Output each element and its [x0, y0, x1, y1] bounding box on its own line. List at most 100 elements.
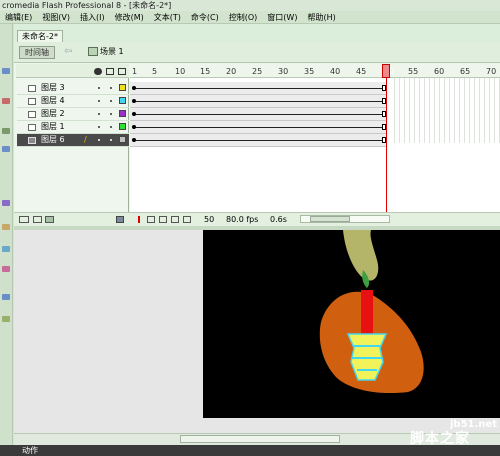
tool-icon[interactable] — [2, 224, 10, 230]
tool-icon[interactable] — [2, 200, 10, 206]
flame-glow — [343, 230, 379, 281]
ruler-number: 15 — [200, 67, 211, 76]
menu-control[interactable]: 控制(O) — [224, 11, 263, 23]
menu-edit[interactable]: 编辑(E) — [0, 11, 37, 23]
frame-span[interactable] — [130, 82, 387, 95]
add-folder-icon[interactable] — [45, 216, 54, 223]
lock-dot[interactable] — [110, 100, 112, 102]
onion-skin-icon[interactable] — [147, 216, 155, 223]
visibility-dot[interactable] — [98, 113, 100, 115]
lock-icon[interactable] — [106, 68, 114, 75]
keyframe[interactable] — [132, 86, 136, 90]
current-frame: 50 — [204, 215, 215, 224]
layer-row[interactable]: 图层 1 — [17, 121, 129, 134]
frame-span[interactable] — [130, 95, 387, 108]
layer-name: 图层 2 — [41, 109, 65, 118]
tool-icon[interactable] — [2, 246, 10, 252]
menu-modify[interactable]: 修改(M) — [110, 11, 149, 23]
visibility-dot[interactable] — [98, 139, 100, 141]
layer-color-swatch[interactable] — [119, 97, 126, 104]
visibility-dot[interactable] — [98, 87, 100, 89]
stage-scroll-thumb[interactable] — [180, 435, 340, 443]
stage-canvas[interactable] — [203, 230, 500, 418]
keyframe[interactable] — [132, 99, 136, 103]
center-frame-icon[interactable] — [138, 216, 140, 223]
back-arrow-icon[interactable]: ⇦ — [64, 46, 72, 58]
playhead — [386, 78, 387, 226]
candle-illustration — [319, 230, 424, 394]
visibility-dot[interactable] — [98, 126, 100, 128]
tool-icon[interactable] — [2, 316, 10, 322]
tool-icon[interactable] — [2, 146, 10, 152]
layer-color-swatch[interactable] — [119, 136, 126, 143]
layer-row[interactable]: 图层 4 — [17, 95, 129, 108]
menu-text[interactable]: 文本(T) — [149, 11, 186, 23]
trash-icon[interactable] — [116, 216, 124, 223]
tools-panel — [0, 24, 13, 456]
menu-help[interactable]: 帮助(H) — [302, 11, 340, 23]
empty-frames[interactable] — [390, 78, 500, 143]
tool-icon[interactable] — [2, 68, 10, 74]
layer-color-swatch[interactable] — [119, 84, 126, 91]
layer-icon — [28, 98, 36, 105]
layer-icon — [28, 137, 36, 144]
outline-icon[interactable] — [118, 68, 126, 75]
ruler-number: 65 — [460, 67, 471, 76]
document-tab[interactable]: 未命名-2* — [17, 30, 63, 42]
frame-span[interactable] — [130, 134, 387, 147]
menu-window[interactable]: 窗口(W) — [262, 11, 302, 23]
edit-bar — [14, 42, 500, 63]
keyframe[interactable] — [132, 138, 136, 142]
lock-dot[interactable] — [110, 113, 112, 115]
ruler-number: 10 — [175, 67, 186, 76]
timeline-scroll-thumb[interactable] — [310, 216, 350, 222]
layer-color-swatch[interactable] — [119, 110, 126, 117]
watermark-name: 脚本之家 — [410, 431, 470, 447]
timeline-toggle-button[interactable]: 时间轴 — [19, 46, 55, 59]
scene-label: 场景 1 — [100, 47, 124, 56]
add-guide-icon[interactable] — [33, 216, 42, 223]
ruler-number: 5 — [152, 67, 158, 76]
layer-name: 图层 3 — [41, 83, 65, 92]
elapsed-time: 0.6s — [270, 215, 287, 224]
edit-multiple-icon[interactable] — [171, 216, 179, 223]
frame-ruler[interactable]: 1 5 10 15 20 25 30 35 40 45 50 55 60 65 … — [130, 64, 500, 78]
menu-bar: 编辑(E) 视图(V) 插入(I) 修改(M) 文本(T) 命令(C) 控制(O… — [0, 11, 500, 24]
visibility-dot[interactable] — [98, 100, 100, 102]
tool-icon[interactable] — [2, 266, 10, 272]
onion-markers-icon[interactable] — [183, 216, 191, 223]
ruler-number: 30 — [278, 67, 289, 76]
ruler-number: 70 — [486, 67, 497, 76]
keyframe[interactable] — [132, 125, 136, 129]
ruler-number: 25 — [252, 67, 263, 76]
eye-icon[interactable] — [94, 68, 102, 75]
frame-rate[interactable]: 80.0 fps — [226, 213, 258, 226]
layer-row[interactable]: 图层 2 — [17, 108, 129, 121]
layer-name: 图层 6 — [41, 135, 65, 144]
frame-span[interactable] — [130, 121, 387, 134]
window-title: cromedia Flash Professional 8 - [未命名-2*] — [0, 0, 500, 11]
ruler-number: 1 — [132, 67, 138, 76]
layer-icon — [28, 124, 36, 131]
frame-span[interactable] — [130, 108, 387, 121]
playhead-handle[interactable] — [382, 64, 390, 78]
menu-insert[interactable]: 插入(I) — [75, 11, 110, 23]
lock-dot[interactable] — [110, 87, 112, 89]
onion-outline-icon[interactable] — [159, 216, 167, 223]
add-layer-icon[interactable] — [19, 216, 29, 223]
tool-icon[interactable] — [2, 128, 10, 134]
lock-dot[interactable] — [110, 126, 112, 128]
layer-row-selected[interactable]: 图层 6 / — [17, 134, 129, 147]
ruler-number: 40 — [330, 67, 341, 76]
layer-name: 图层 1 — [41, 122, 65, 131]
menu-commands[interactable]: 命令(C) — [186, 11, 224, 23]
layer-name: 图层 4 — [41, 96, 65, 105]
tool-icon[interactable] — [2, 98, 10, 104]
menu-view[interactable]: 视图(V) — [37, 11, 75, 23]
pencil-icon: / — [84, 135, 87, 144]
lock-dot[interactable] — [110, 139, 112, 141]
keyframe[interactable] — [132, 112, 136, 116]
layer-color-swatch[interactable] — [119, 123, 126, 130]
tool-icon[interactable] — [2, 294, 10, 300]
layer-row[interactable]: 图层 3 — [17, 82, 129, 95]
